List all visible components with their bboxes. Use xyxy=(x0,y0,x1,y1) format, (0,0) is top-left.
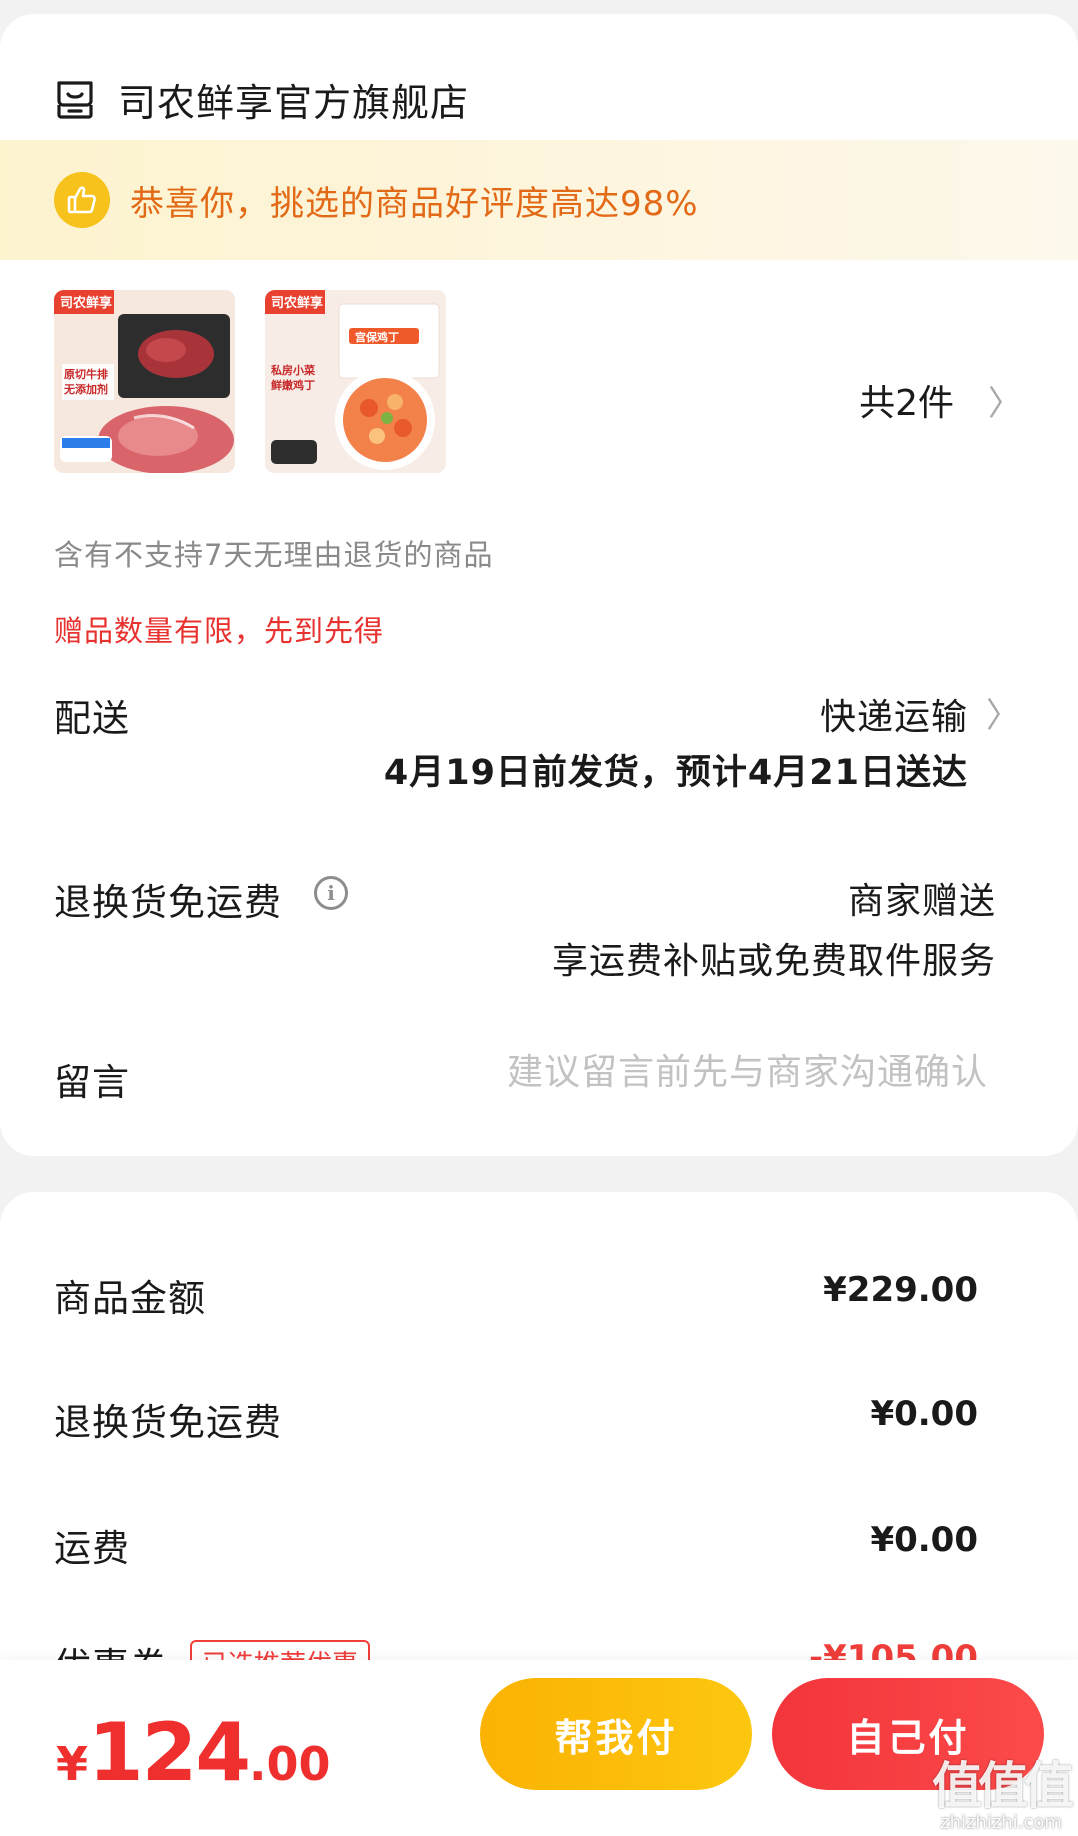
message-input[interactable] xyxy=(428,1052,988,1093)
item-count-link[interactable]: 共2件 〉 xyxy=(859,374,1022,426)
product-line1-1: 原切牛排 xyxy=(64,367,108,381)
total-currency: ¥ xyxy=(56,1737,89,1791)
product-image-chicken[interactable]: 司农鲜享 宫保鸡丁 私房小菜 鲜嫩鸡丁 xyxy=(265,290,446,473)
shipping-label: 运费 xyxy=(54,1527,130,1570)
info-icon[interactable]: i xyxy=(314,876,348,910)
product-line2-1: 无添加剂 xyxy=(63,382,108,396)
delivery-method[interactable]: 快递运输 xyxy=(820,688,968,740)
chicken-illustration: 司农鲜享 宫保鸡丁 私房小菜 鲜嫩鸡丁 xyxy=(265,290,446,473)
item-count: 共2件 xyxy=(859,383,954,424)
delivery-schedule: 4月19日前发货，预计4月21日送达 xyxy=(383,753,968,793)
checkout-bar: ¥124.00 帮我付 自己付 xyxy=(0,1660,1078,1836)
total-decimal: .00 xyxy=(249,1737,331,1791)
watermark-glyphs: 值值值 xyxy=(932,1757,1074,1815)
goods-amount-label: 商品金额 xyxy=(54,1277,206,1320)
message-label: 留言 xyxy=(54,1061,130,1104)
rating-text: 恭喜你，挑选的商品好评度高达98% xyxy=(130,183,699,224)
product-thumbnails[interactable]: 司农鲜享 原切牛排 无添加剂 司农鲜享 宫保鸡丁 私房小菜 鲜嫩鸡丁 xyxy=(54,290,476,473)
store-name: 司农鲜享官方旗舰店 xyxy=(118,81,470,125)
return-policy-note: 含有不支持7天无理由退货的商品 xyxy=(54,538,494,572)
chevron-right-icon[interactable]: 〉 xyxy=(986,688,1020,737)
delivery-label: 配送 xyxy=(54,697,130,740)
return-shipping-label: 退换货免运费 xyxy=(54,881,282,924)
store-header[interactable]: 司农鲜享官方旗舰店 xyxy=(54,72,469,127)
product-image-steak[interactable]: 司农鲜享 原切牛排 无添加剂 xyxy=(54,290,235,473)
return-shipping-description: 享运费补贴或免费取件服务 xyxy=(551,941,996,982)
product-pack-2: 宫保鸡丁 xyxy=(355,330,399,344)
rating-banner: 恭喜你，挑选的商品好评度高达98% xyxy=(0,140,1078,260)
store-icon xyxy=(57,80,93,119)
chevron-right-icon: 〉 xyxy=(988,383,1022,424)
gift-limit-note: 赠品数量有限，先到先得 xyxy=(54,614,385,648)
return-fee-value: ¥0.00 xyxy=(870,1394,978,1434)
return-shipping-provider: 商家赠送 xyxy=(847,881,996,922)
thumbs-up-icon xyxy=(54,172,110,228)
watermark: 值值值 zhizhizhi.com xyxy=(932,1746,1074,1833)
return-fee-label: 退换货免运费 xyxy=(54,1401,282,1444)
steak-illustration: 司农鲜享 原切牛排 无添加剂 xyxy=(54,290,235,473)
watermark-url: zhizhizhi.com xyxy=(940,1812,1062,1833)
help-pay-button[interactable]: 帮我付 xyxy=(480,1678,752,1790)
product-line2-2: 鲜嫩鸡丁 xyxy=(271,378,315,392)
order-card: 司农鲜享官方旗舰店 恭喜你，挑选的商品好评度高达98% 司农鲜享 原切牛排 无添… xyxy=(0,14,1078,1156)
total-price: ¥124.00 xyxy=(56,1706,331,1799)
shipping-value: ¥0.00 xyxy=(870,1520,978,1560)
goods-amount-value: ¥229.00 xyxy=(823,1270,978,1310)
product-brand-2: 司农鲜享 xyxy=(271,295,323,311)
product-line1-2: 私房小菜 xyxy=(271,363,316,377)
total-integer: 124 xyxy=(88,1706,251,1799)
product-brand-1: 司农鲜享 xyxy=(60,295,112,311)
